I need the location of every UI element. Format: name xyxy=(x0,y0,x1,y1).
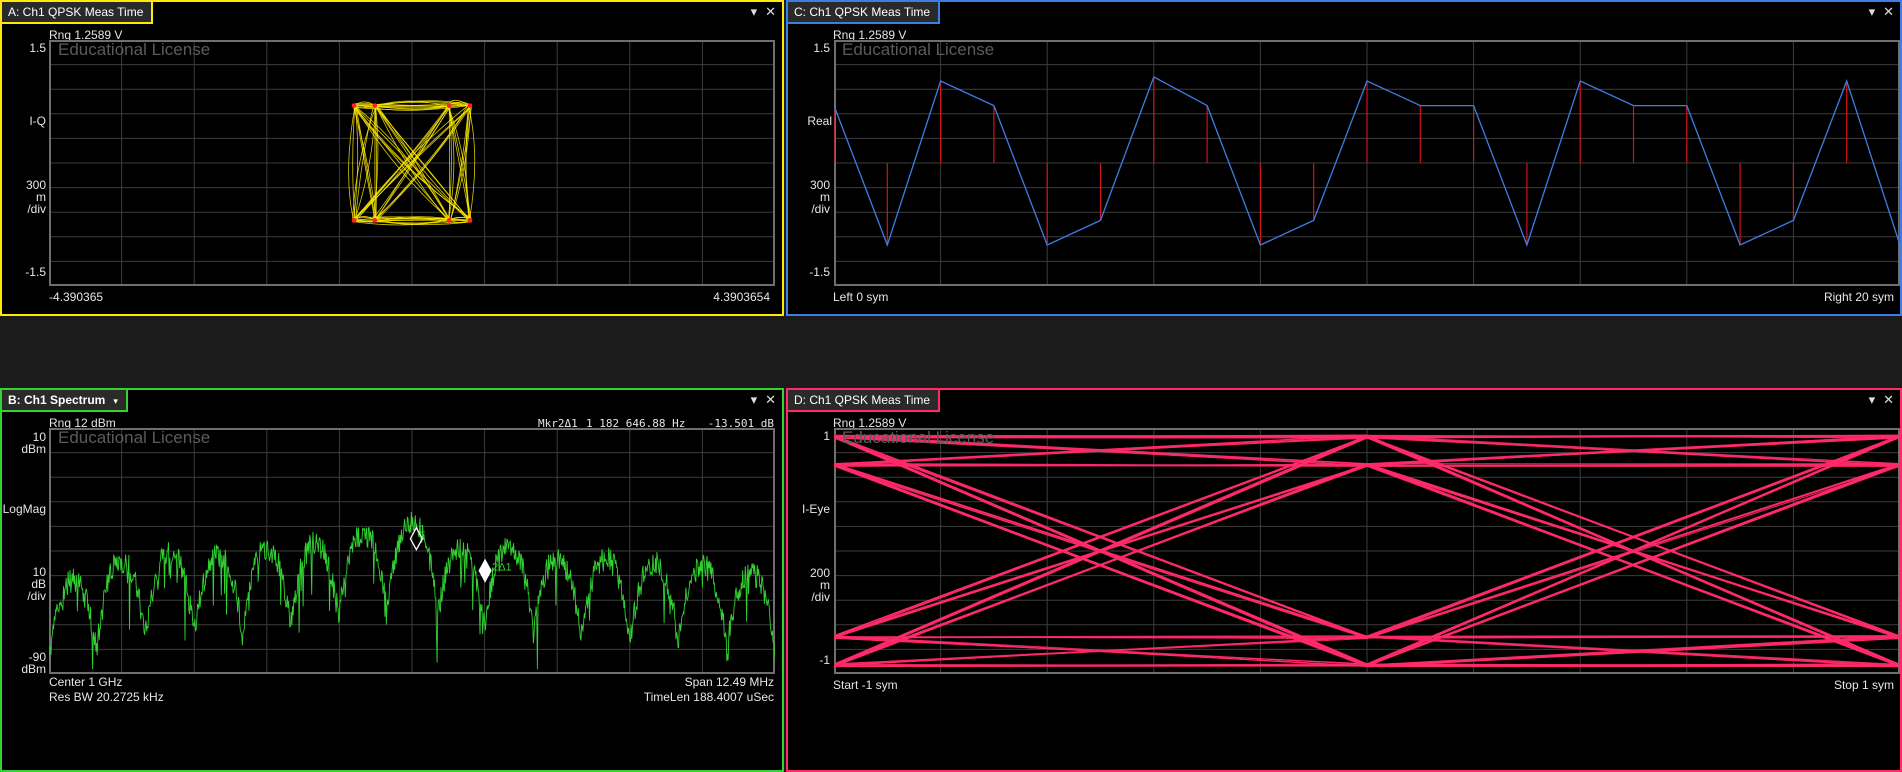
pane-a-y-div-suffix: /div xyxy=(27,202,46,216)
pane-b-title-tab[interactable]: B: Ch1 Spectrum ▾ xyxy=(2,390,128,412)
constellation-point xyxy=(446,103,452,108)
constellation-point xyxy=(372,218,378,223)
pane-d-title-tab[interactable]: D: Ch1 QPSK Meas Time xyxy=(788,390,941,412)
pane-d-close-icon[interactable]: ✕ xyxy=(1883,392,1894,407)
pane-b-center: Center 1 GHz xyxy=(49,675,123,689)
pane-b-y-top-unit: dBm xyxy=(21,442,46,456)
pane-a-y-name: I-Q xyxy=(29,114,46,128)
pane-d-watermark: Educational License xyxy=(842,428,995,447)
iq-trajectory xyxy=(375,106,377,223)
pane-d-x-right: Stop 1 sym xyxy=(1833,678,1894,692)
pane-b-span: Span 12.49 MHz xyxy=(684,675,774,689)
pane-d-dropdown-icon[interactable]: ▾ xyxy=(1869,392,1876,407)
pane-b-title: B: Ch1 Spectrum xyxy=(8,393,106,407)
pane-c-title-tab[interactable]: C: Ch1 QPSK Meas Time xyxy=(788,2,941,24)
pane-b-close-icon[interactable]: ✕ xyxy=(765,392,776,407)
pane-c-y-top: 1.5 xyxy=(813,41,830,55)
pane-b-y-div-suffix: /div xyxy=(27,589,46,603)
pane-d-y-top: 1 xyxy=(823,429,830,443)
pane-a-iq-constellation[interactable]: A: Ch1 QPSK Meas Time ▾ ✕ Rng 1.2589 V 1.… xyxy=(0,0,784,316)
pane-a-close-icon[interactable]: ✕ xyxy=(765,4,776,19)
pane-b-spectrum[interactable]: B: Ch1 Spectrum ▾ ▾ ✕ Rng 12 dBm Mkr2Δ1 1 … xyxy=(0,388,784,772)
pane-b-time-len: TimeLen 188.4007 uSec xyxy=(643,690,774,704)
pane-a-title-tab[interactable]: A: Ch1 QPSK Meas Time xyxy=(2,2,154,24)
pane-a-dropdown-icon[interactable]: ▾ xyxy=(751,4,758,19)
pane-d-y-name: I-Eye xyxy=(801,502,830,516)
pane-b-dropdown-icon[interactable]: ▾ xyxy=(751,392,758,407)
pane-b-watermark: Educational License xyxy=(58,428,211,447)
constellation-point xyxy=(467,103,473,108)
pane-c-watermark: Educational License xyxy=(842,40,995,59)
pane-c-y-div-suffix: /div xyxy=(811,202,830,216)
marker-2-label: 2Δ1 xyxy=(492,562,512,574)
pane-c-real-time[interactable]: C: Ch1 QPSK Meas Time ▾ ✕ Rng 1.2589 V 1.… xyxy=(786,0,1902,316)
pane-b-title-dropdown-icon[interactable]: ▾ xyxy=(113,396,118,406)
pane-c-y-name: Real xyxy=(807,114,832,128)
pane-d-controls: ▾ ✕ xyxy=(1861,392,1894,408)
constellation-point xyxy=(467,218,473,223)
pane-c-title: C: Ch1 QPSK Meas Time xyxy=(794,5,931,19)
pane-d-title: D: Ch1 QPSK Meas Time xyxy=(794,393,931,407)
pane-d-eye-diagram[interactable]: D: Ch1 QPSK Meas Time ▾ ✕ Rng 1.2589 V 1 … xyxy=(786,388,1902,772)
pane-b-controls: ▾ ✕ xyxy=(743,392,776,408)
pane-c-y-bottom: -1.5 xyxy=(809,265,830,279)
pane-a-x-left: -4.390365 xyxy=(49,290,104,304)
pane-d-y-bottom: -1 xyxy=(819,653,830,667)
pane-d-y-div-suffix: /div xyxy=(811,590,830,604)
constellation-point xyxy=(351,103,357,108)
pane-b-res-bw: Res BW 20.2725 kHz xyxy=(49,690,164,704)
pane-c-close-icon[interactable]: ✕ xyxy=(1883,4,1894,19)
pane-c-dropdown-icon[interactable]: ▾ xyxy=(1869,4,1876,19)
constellation-point xyxy=(446,218,452,223)
pane-a-title: A: Ch1 QPSK Meas Time xyxy=(8,5,144,19)
pane-b-plot-area[interactable]: 1 2Δ1 xyxy=(49,428,775,674)
pane-c-x-right: Right 20 sym xyxy=(1823,290,1894,304)
pane-d-x-left: Start -1 sym xyxy=(833,678,898,692)
pane-b-y-bottom-unit: dBm xyxy=(21,662,46,676)
pane-c-controls: ▾ ✕ xyxy=(1861,4,1894,20)
pane-a-plot-area[interactable] xyxy=(49,40,775,286)
iq-trajectory xyxy=(467,103,476,220)
pane-a-x-right: 4.3903654 xyxy=(713,290,770,304)
marker-1-label: 1 xyxy=(419,524,425,536)
constellation-point xyxy=(372,103,378,108)
pane-a-watermark: Educational License xyxy=(58,40,211,59)
pane-a-y-top: 1.5 xyxy=(29,41,46,55)
marker-2-icon xyxy=(478,558,492,583)
pane-a-y-bottom: -1.5 xyxy=(25,265,46,279)
pane-d-plot-area[interactable] xyxy=(834,428,1900,674)
pane-b-y-name: LogMag xyxy=(2,502,46,516)
pane-c-plot-area[interactable] xyxy=(834,40,1900,286)
pane-a-controls: ▾ ✕ xyxy=(743,4,776,20)
pane-c-x-left: Left 0 sym xyxy=(833,290,889,304)
constellation-point xyxy=(351,218,357,223)
